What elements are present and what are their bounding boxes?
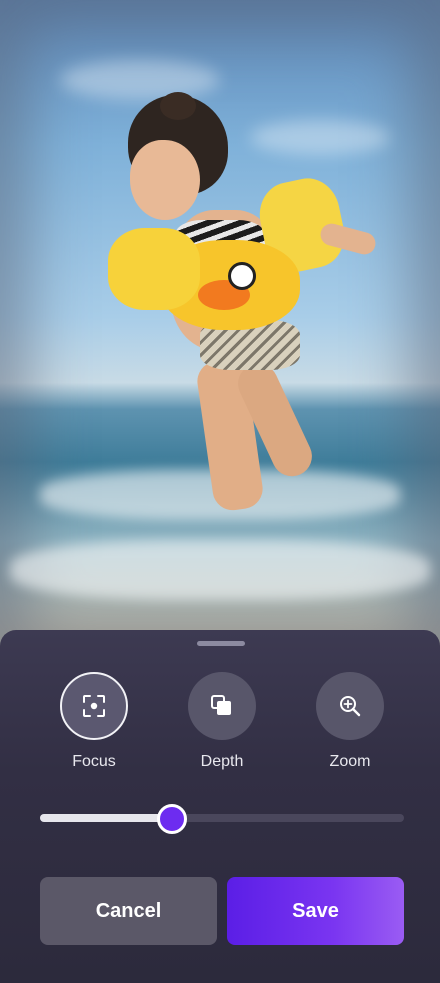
- tool-label-zoom: Zoom: [329, 753, 371, 770]
- intensity-slider[interactable]: [40, 804, 404, 834]
- tool-zoom[interactable]: Zoom: [316, 672, 384, 771]
- save-button[interactable]: Save: [227, 877, 404, 945]
- slider-thumb[interactable]: [157, 804, 188, 834]
- cancel-button[interactable]: Cancel: [40, 877, 217, 945]
- layers-icon: [211, 695, 231, 715]
- tool-label-focus: Focus: [72, 753, 116, 770]
- photo-preview: [0, 0, 440, 660]
- edit-sheet: Focus Depth Zoom Cancel Save: [0, 630, 440, 983]
- sheet-handle[interactable]: [197, 641, 245, 646]
- slider-fill: [40, 814, 172, 822]
- zoom-button[interactable]: [316, 672, 384, 740]
- zoom-in-icon: [340, 696, 361, 717]
- focus-button[interactable]: [60, 672, 128, 740]
- focus-icon: [83, 695, 105, 717]
- depth-button[interactable]: [188, 672, 256, 740]
- tool-depth[interactable]: Depth: [188, 672, 256, 771]
- tool-label-depth: Depth: [200, 753, 244, 770]
- tool-focus[interactable]: Focus: [60, 672, 128, 771]
